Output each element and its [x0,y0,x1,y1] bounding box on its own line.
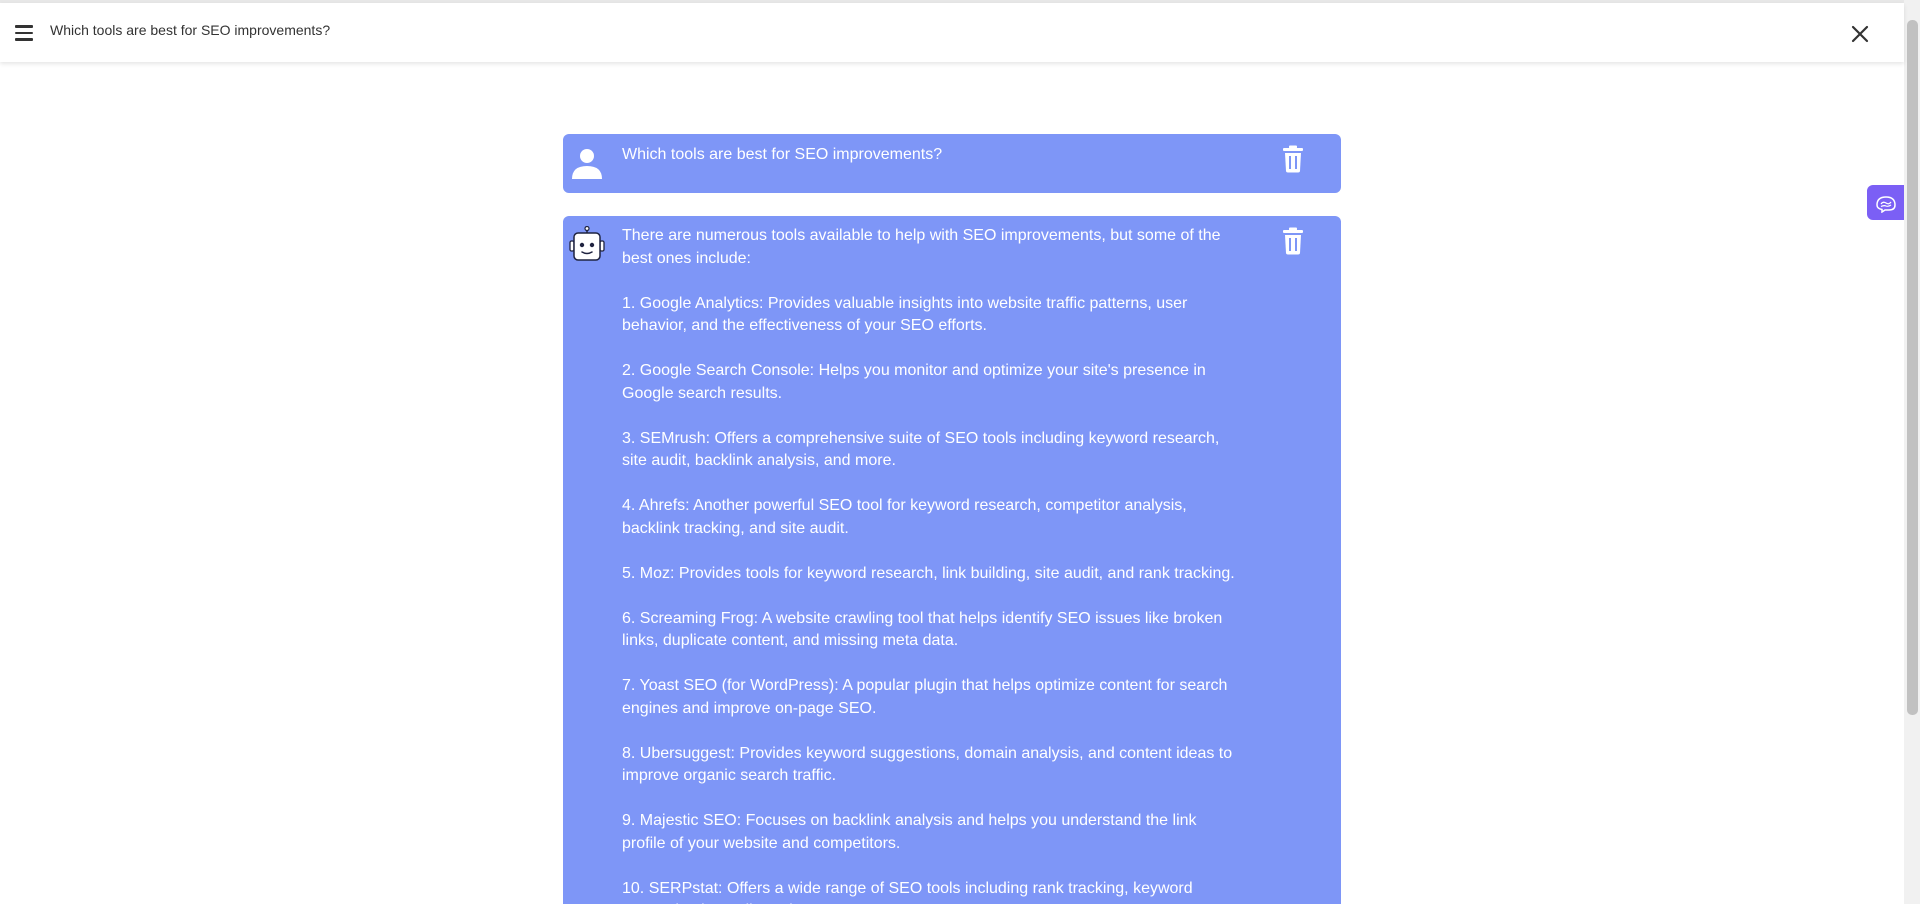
app-page: Which tools are best for SEO improvement… [0,0,1920,904]
trash-icon[interactable] [1280,145,1306,173]
list-item: 8. Ubersuggest: Provides keyword suggest… [622,744,1233,785]
user-message-text: Which tools are best for SEO improvement… [622,146,943,163]
bot-intro: There are numerous tools available to he… [622,227,1221,267]
scrollbar-thumb[interactable] [1907,20,1918,715]
brain-icon[interactable] [1867,185,1904,220]
list-item: 10. SERPstat: Offers a wide range of SEO… [622,879,1193,904]
list-item: 4. Ahrefs: Another powerful SEO tool for… [622,497,1187,537]
list-item: 6. Screaming Frog: A website crawling to… [622,609,1223,650]
hamburger-menu-icon[interactable] [12,21,36,45]
user-message: Which tools are best for SEO improvement… [563,134,1341,193]
trash-icon[interactable] [1280,227,1306,255]
list-item: 1. Google Analytics: Provides valuable i… [622,294,1188,335]
list-item: 7. Yoast SEO (for WordPress): A popular … [622,677,1228,717]
list-item: 2. Google Search Console: Helps you moni… [622,362,1206,402]
top-bar: Which tools are best for SEO improvement… [0,3,1904,62]
bot-message-text: There are numerous tools available to he… [622,225,1242,904]
list-item: 3. SEMrush: Offers a comprehensive suite… [622,429,1220,470]
bot-message: There are numerous tools available to he… [563,216,1341,904]
list-item: 9. Majestic SEO: Focuses on backlink ana… [622,812,1197,852]
page-title: Which tools are best for SEO improvement… [50,22,331,38]
user-icon [569,145,605,181]
list-item: 5. Moz: Provides tools for keyword resea… [622,564,1235,582]
robot-icon [569,225,605,262]
close-icon[interactable] [1848,22,1872,46]
